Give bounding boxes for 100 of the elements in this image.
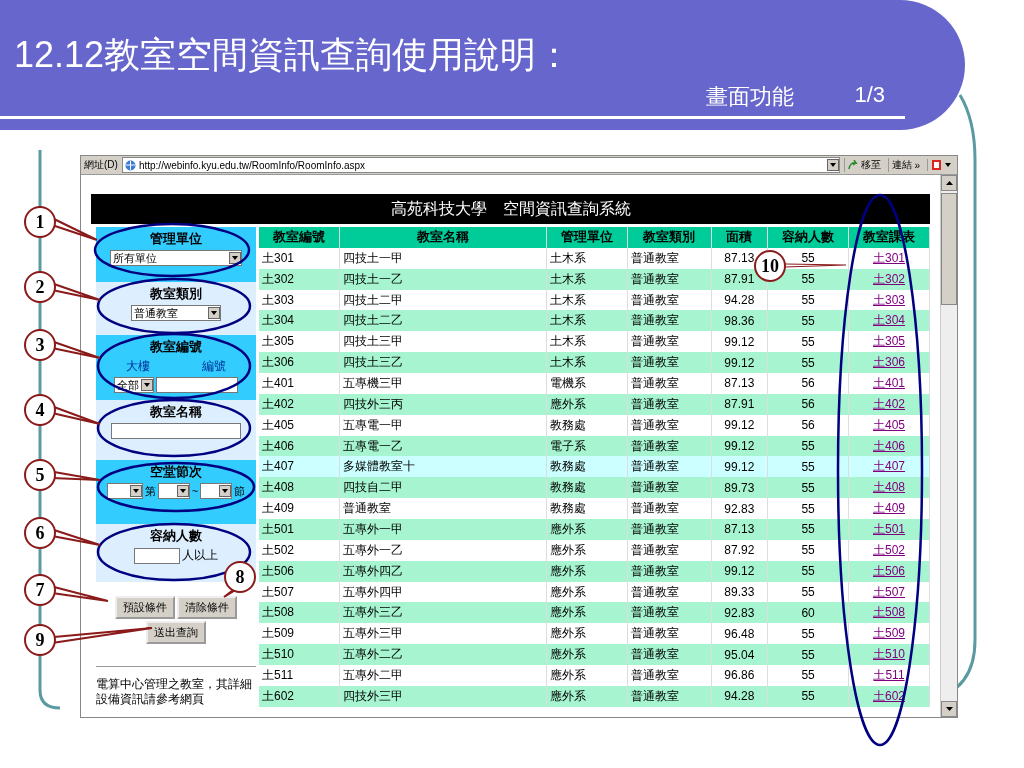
table-cell: 土401 <box>259 373 340 394</box>
table-cell: 99.12 <box>711 352 768 373</box>
table-cell: 五專機三甲 <box>339 373 547 394</box>
column-header: 面積 <box>711 227 768 248</box>
table-cell: 55 <box>767 352 849 373</box>
dropdown[interactable]: 所有單位 <box>110 250 242 266</box>
filter-label: 教室名稱 <box>150 403 202 421</box>
table-cell: 56 <box>767 393 849 415</box>
go-button[interactable]: 移至 <box>861 158 882 172</box>
table-cell: 普通教室 <box>627 247 712 269</box>
table-cell: 五專外二乙 <box>339 644 547 666</box>
schedule-link[interactable]: 土507 <box>873 584 906 599</box>
field-label: ~ <box>191 485 199 497</box>
filter-label: 教室編號 <box>150 338 202 356</box>
slide-subtitle: 畫面功能 <box>706 83 795 111</box>
input-field[interactable] <box>134 547 180 564</box>
form-button[interactable]: 預設條件 <box>115 596 175 619</box>
schedule-link[interactable]: 土305 <box>873 334 906 349</box>
table-cell: 土510 <box>259 644 340 666</box>
table-cell: 應外系 <box>546 665 628 686</box>
dropdown-arrow-icon <box>144 383 150 387</box>
dropdown[interactable] <box>200 483 233 499</box>
scroll-up-icon[interactable] <box>945 181 953 185</box>
scrollbar[interactable] <box>940 175 957 717</box>
table-cell: 普通教室 <box>627 268 712 290</box>
table-cell: 55 <box>767 310 849 332</box>
table-cell: 土301 <box>259 247 340 269</box>
table-cell: 94.28 <box>711 685 768 707</box>
table-cell: 五專外三乙 <box>339 602 547 624</box>
table-cell: 56 <box>767 373 849 394</box>
dropdown-arrow-icon <box>222 489 229 493</box>
callout-number: 4 <box>24 394 56 426</box>
scroll-down-icon[interactable] <box>945 707 953 711</box>
table-cell: 普通教室 <box>627 435 712 457</box>
column-header: 教室名稱 <box>339 227 547 248</box>
globe-icon <box>124 159 136 171</box>
table-cell: 應外系 <box>546 560 628 582</box>
input-field[interactable] <box>156 377 238 393</box>
form-button[interactable]: 清除條件 <box>177 596 237 619</box>
input-field[interactable] <box>111 423 241 439</box>
field-label: 大樓 <box>126 358 150 375</box>
dropdown[interactable]: 普通教室 <box>131 305 221 321</box>
table-cell: 普通教室 <box>627 456 712 478</box>
table-cell: 土506 <box>259 560 340 582</box>
schedule-link[interactable]: 土401 <box>873 375 906 390</box>
table-cell: 土306 <box>259 352 340 373</box>
table-cell: 電子系 <box>546 435 628 457</box>
dropdown[interactable] <box>157 483 190 499</box>
table-cell: 99.12 <box>711 435 768 457</box>
go-arrow-icon <box>848 160 860 170</box>
table-cell: 土木系 <box>546 268 628 290</box>
schedule-link[interactable]: 土303 <box>873 292 906 307</box>
table-cell: 87.13 <box>711 373 768 394</box>
links-button[interactable]: 連結 <box>892 158 913 172</box>
table-cell: 土502 <box>259 539 340 561</box>
leader-line <box>784 263 847 268</box>
schedule-link[interactable]: 土509 <box>873 626 906 641</box>
more-button[interactable]: » <box>914 159 920 171</box>
table-cell: 五專外一甲 <box>339 519 547 540</box>
table-cell: 土402 <box>259 393 340 415</box>
dropdown-arrow-icon <box>945 163 951 167</box>
table-cell: 土木系 <box>546 310 628 332</box>
filter-label: 管理單位 <box>150 230 202 248</box>
filter-label: 容納人數 <box>150 527 202 545</box>
slide-title: 12.12教室空間資訊查詢使用說明： <box>14 34 574 76</box>
callout-number: 3 <box>24 329 56 361</box>
submit-button[interactable]: 送出查詢 <box>146 621 206 644</box>
table-cell: 普通教室 <box>627 685 712 707</box>
address-field[interactable]: http://webinfo.kyu.edu.tw/RoomInfo/RoomInfo.aspx <box>121 157 841 173</box>
column-header: 容納人數 <box>767 227 849 248</box>
table-cell: 四技土一乙 <box>339 268 547 290</box>
schedule-link[interactable]: 土405 <box>873 417 906 432</box>
schedule-link[interactable]: 土502 <box>873 542 906 557</box>
table-cell: 96.86 <box>711 665 768 686</box>
table-cell: 土508 <box>259 602 340 624</box>
table-cell: 普通教室 <box>627 477 712 499</box>
table-cell: 教務處 <box>546 456 628 478</box>
dropdown[interactable] <box>106 483 143 499</box>
schedule-link[interactable]: 土511 <box>873 667 905 682</box>
schedule-link[interactable]: 土301 <box>873 250 906 265</box>
dropdown-arrow-icon <box>232 256 238 260</box>
filter-label: 教室類別 <box>150 285 202 303</box>
table-cell: 多媒體教室十 <box>339 456 547 478</box>
document-icon[interactable] <box>931 159 943 171</box>
table-cell: 應外系 <box>546 393 628 415</box>
table-cell: 五專電一甲 <box>339 414 547 436</box>
table-cell: 五專外四乙 <box>339 560 547 582</box>
scroll-thumb[interactable] <box>941 193 957 305</box>
table-cell: 應外系 <box>546 685 628 707</box>
address-label: 網址(D) <box>84 158 118 172</box>
column-header: 教室編號 <box>259 227 340 248</box>
callout-number: 7 <box>24 574 56 606</box>
table-cell: 55 <box>767 685 849 707</box>
table-cell: 土602 <box>259 685 340 707</box>
schedule-link[interactable]: 土409 <box>873 501 906 516</box>
table-cell: 55 <box>767 644 849 666</box>
table-cell: 87.13 <box>711 519 768 540</box>
table-cell: 土302 <box>259 268 340 290</box>
table-cell: 55 <box>767 665 849 686</box>
table-cell: 土407 <box>259 456 340 478</box>
